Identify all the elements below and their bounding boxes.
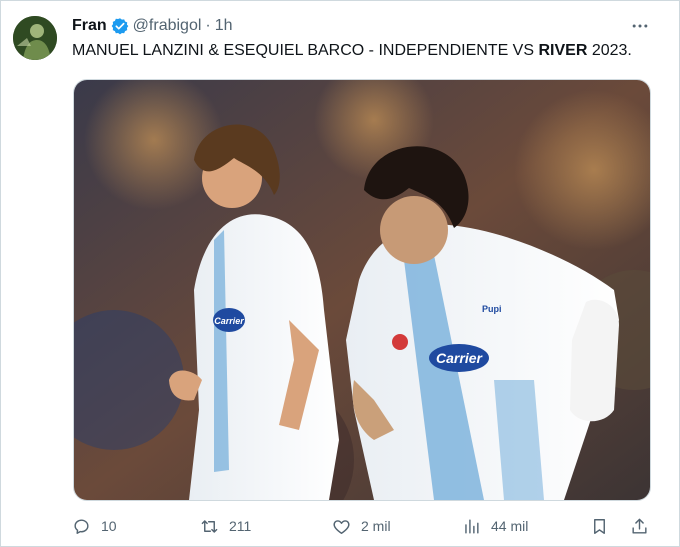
author-handle[interactable]: @frabigol xyxy=(133,17,202,35)
more-icon xyxy=(632,24,648,28)
tweet-text-part2: 2023. xyxy=(587,42,632,59)
left-sponsor: Carrier xyxy=(214,316,244,326)
action-bar: 10 211 2 mil 44 mil xyxy=(72,512,652,540)
right-sponsor: Carrier xyxy=(436,350,483,366)
reply-icon xyxy=(74,518,89,534)
tweet-text-bold: RIVER xyxy=(538,42,588,59)
share-button[interactable] xyxy=(630,512,649,540)
retweet-button[interactable]: 211 xyxy=(200,512,251,540)
bookmark-button[interactable] xyxy=(590,512,609,540)
more-button[interactable] xyxy=(628,14,652,38)
tweet-text: MANUEL LANZINI & ESEQUIEL BARCO - INDEPE… xyxy=(72,41,632,61)
tweet-text-part1: MANUEL LANZINI & ESEQUIEL BARCO - INDEPE… xyxy=(72,42,539,59)
verified-icon xyxy=(111,18,129,35)
avatar[interactable] xyxy=(13,16,57,60)
right-badge: Pupi xyxy=(482,304,502,314)
share-icon xyxy=(632,518,647,534)
like-count: 2 mil xyxy=(361,518,391,534)
views-button[interactable]: 44 mil xyxy=(462,512,528,540)
photo-image: Carrier Carrier Pupi xyxy=(74,80,650,500)
reply-count: 10 xyxy=(101,518,117,534)
views-count: 44 mil xyxy=(491,518,529,534)
tweet-header: Fran @frabigol · 1h xyxy=(72,16,233,36)
tweet-photo[interactable]: Carrier Carrier Pupi xyxy=(73,79,651,501)
author-name[interactable]: Fran xyxy=(72,17,107,35)
separator: · xyxy=(205,17,211,34)
like-icon xyxy=(333,519,350,534)
retweet-icon xyxy=(201,519,218,533)
bookmark-icon xyxy=(594,518,605,534)
like-button[interactable]: 2 mil xyxy=(332,512,391,540)
retweet-count: 211 xyxy=(229,518,252,534)
views-icon xyxy=(465,518,479,534)
reply-button[interactable]: 10 xyxy=(72,512,117,540)
timestamp[interactable]: 1h xyxy=(215,17,233,35)
